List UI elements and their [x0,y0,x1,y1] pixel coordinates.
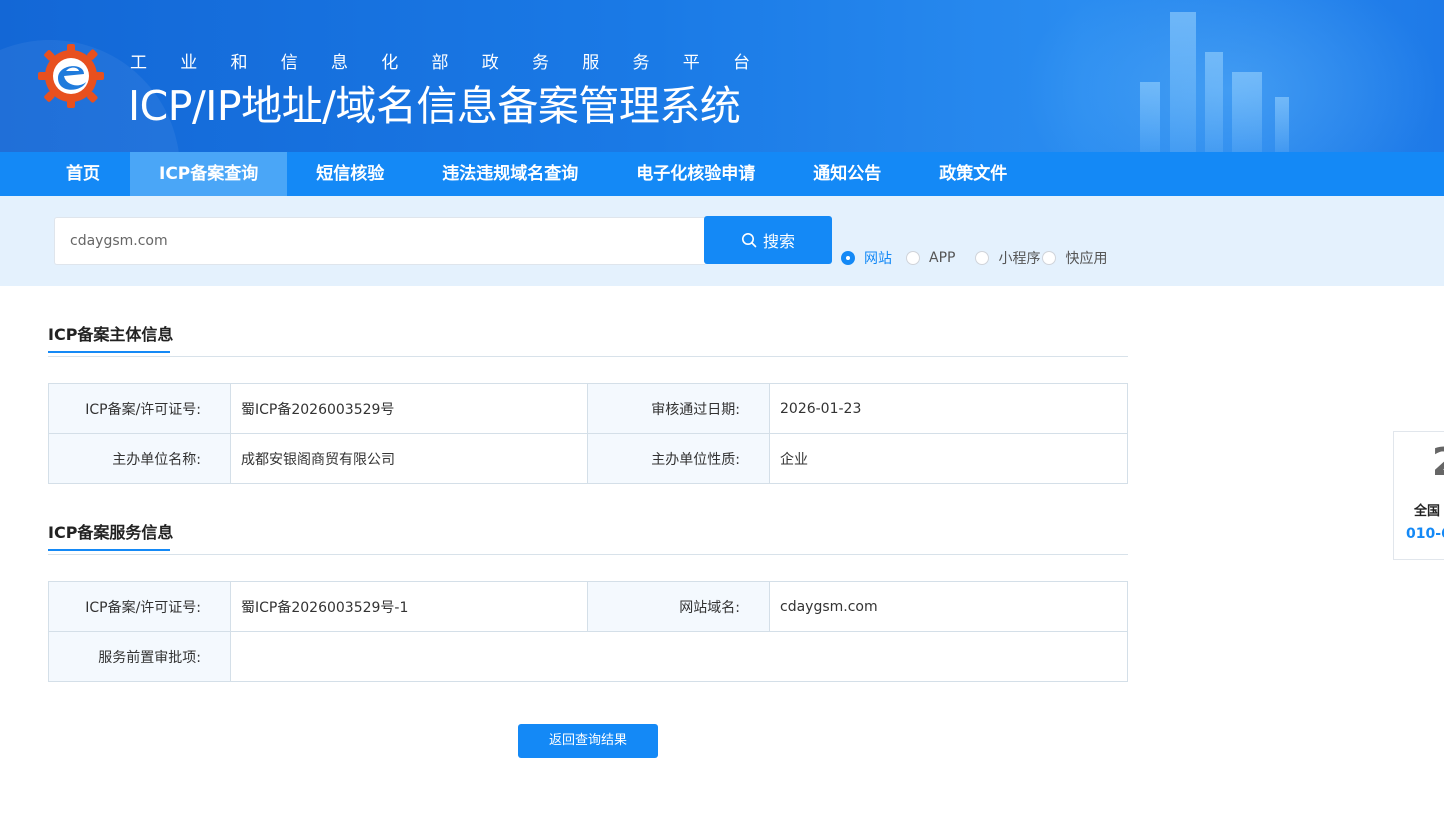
table-key: ICP备案/许可证号: [48,383,231,434]
skyline-decoration [1170,12,1196,152]
service-info-table: ICP备案/许可证号: 蜀ICP备2026003529号-1 网站域名: cda… [48,581,1128,682]
hotline-card-number: 2 [1432,440,1444,484]
table-value: cdaygsm.com [769,581,1128,632]
radio-label: 小程序 [998,251,1041,267]
table-key: 主办单位性质: [587,433,770,484]
header-glow [1020,0,1440,152]
table-value: 蜀ICP备2026003529号-1 [230,581,588,632]
miit-logo-icon [38,44,104,108]
radio-label: APP [929,250,956,266]
search-type-group: 网站 APP 小程序 快应用 [841,248,1107,268]
search-band: cdaygsm.com 搜索 网站 APP 小程序 快应用 [0,196,1444,286]
table-value: 企业 [769,433,1128,484]
search-button-label: 搜索 [762,232,795,251]
skyline-decoration [1232,72,1262,152]
hotline-phone: 010-6 [1406,526,1444,542]
subject-info-table: ICP备案/许可证号: 蜀ICP备2026003529号 审核通过日期: 202… [48,383,1128,484]
nav-item-sms-verify[interactable]: 短信核验 [287,152,413,196]
nav-item-policy-docs[interactable]: 政策文件 [910,152,1036,196]
radio-app[interactable]: APP [906,250,955,266]
radio-unchecked-icon [906,251,920,265]
table-key: 审核通过日期: [587,383,770,434]
section-divider [48,554,1128,555]
nav-item-home[interactable]: 首页 [0,152,130,196]
radio-unchecked-icon [975,251,990,265]
nav-item-e-verify-apply[interactable]: 电子化核验申请 [607,152,784,196]
table-key: ICP备案/许可证号: [48,581,231,632]
page-title: ICP/IP地址/域名信息备案管理系统 [128,82,741,130]
section-underline [48,549,170,551]
table-row: 服务前置审批项: [48,631,1128,682]
search-button[interactable]: 搜索 [704,216,832,264]
radio-website[interactable]: 网站 [841,248,892,268]
radio-checked-icon [841,251,855,265]
table-value: 2026-01-23 [769,383,1128,434]
radio-unchecked-icon [1042,251,1057,265]
section-underline [48,351,170,353]
table-key: 服务前置审批项: [48,631,231,682]
main-nav: 首页 ICP备案查询 短信核验 违法违规域名查询 电子化核验申请 通知公告 政策… [0,152,1444,196]
table-value: 蜀ICP备2026003529号 [230,383,588,434]
skyline-decoration [1275,97,1289,152]
skyline-decoration [1205,52,1223,152]
subtitle: 工 业 和 信 息 化 部 政 务 服 务 平 台 [130,53,750,73]
site-header: 工 业 和 信 息 化 部 政 务 服 务 平 台 ICP/IP地址/域名信息备… [0,0,1444,152]
subject-section-title: ICP备案主体信息 [48,321,173,353]
table-value [230,631,1128,682]
nav-item-notices[interactable]: 通知公告 [784,152,910,196]
nav-item-icp-query[interactable]: ICP备案查询 [130,152,288,196]
section-divider [48,356,1128,357]
table-row: 主办单位名称: 成都安银阁商贸有限公司 主办单位性质: 企业 [48,433,1128,484]
search-input[interactable]: cdaygsm.com [54,217,705,265]
table-key: 网站域名: [587,581,770,632]
table-row: ICP备案/许可证号: 蜀ICP备2026003529号-1 网站域名: cda… [48,581,1128,632]
search-icon [741,233,757,248]
table-key: 主办单位名称: [48,433,231,484]
nav-item-illegal-domain-query[interactable]: 违法违规域名查询 [413,152,607,196]
hotline-card-label: 全国 [1414,504,1441,519]
service-section-title: ICP备案服务信息 [48,519,173,551]
radio-mini-program[interactable]: 小程序 [975,248,1040,268]
radio-label: 网站 [864,251,892,267]
radio-quick-app[interactable]: 快应用 [1042,248,1107,268]
radio-label: 快应用 [1065,251,1108,267]
skyline-decoration [1140,82,1160,152]
table-value: 成都安银阁商贸有限公司 [230,433,588,484]
table-row: ICP备案/许可证号: 蜀ICP备2026003529号 审核通过日期: 202… [48,383,1128,434]
hotline-card[interactable]: 2 全国 010-6 [1393,431,1444,560]
back-to-results-button[interactable]: 返回查询结果 [518,724,658,758]
